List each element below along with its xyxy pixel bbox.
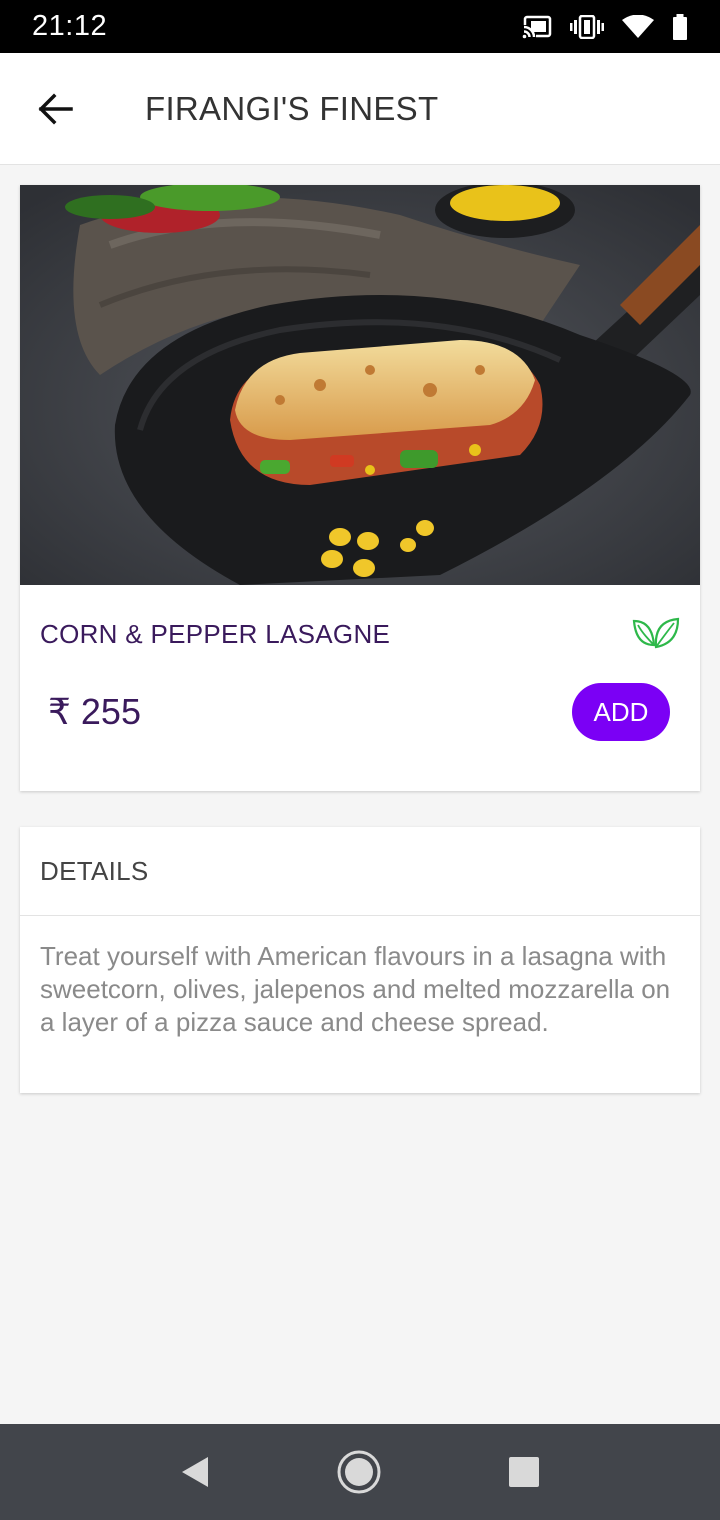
details-description: Treat yourself with American flavours in… (40, 941, 671, 1037)
app-bar: FIRANGI'S FINEST (0, 53, 720, 165)
leaf-icon (632, 617, 680, 649)
arrow-back-icon (38, 93, 73, 124)
lasagne-photo (20, 185, 700, 585)
product-name: CORN & PEPPER LASAGNE (40, 619, 391, 649)
nav-home-button[interactable] (336, 1449, 382, 1495)
add-button[interactable]: ADD (572, 683, 670, 741)
battery-icon (673, 13, 687, 40)
status-bar: 21:12 (0, 0, 720, 53)
cast-icon (522, 15, 552, 39)
nav-back-icon (182, 1457, 208, 1487)
details-card: DETAILS Treat yourself with American fla… (20, 827, 700, 1093)
page-title: FIRANGI'S FINEST (145, 89, 439, 127)
product-card: CORN & PEPPER LASAGNE ₹ 255 ADD (20, 185, 700, 791)
system-nav-bar (0, 1424, 720, 1520)
product-image (20, 185, 700, 585)
nav-recents-button[interactable] (508, 1456, 540, 1488)
details-heading: DETAILS (20, 827, 700, 916)
nav-back-button[interactable] (180, 1455, 210, 1489)
price: ₹ 255 (48, 691, 141, 732)
nav-home-icon (337, 1450, 381, 1494)
status-icons (522, 13, 688, 40)
nav-recents-icon (509, 1457, 539, 1487)
status-time: 21:12 (32, 10, 108, 42)
wifi-icon (622, 14, 654, 38)
vibrate-icon (570, 14, 604, 39)
back-button[interactable] (0, 53, 110, 165)
